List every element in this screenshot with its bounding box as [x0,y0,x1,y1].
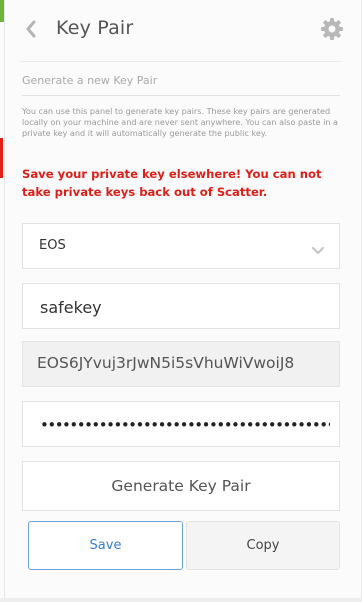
section-divider [22,95,340,96]
gear-icon[interactable] [320,17,344,41]
edge-decoration [0,138,3,178]
network-select[interactable]: EOS [22,223,340,269]
copy-button[interactable]: Copy [186,521,340,570]
edge-divider [4,0,5,602]
bottom-divider [0,598,362,602]
warning-text: Save your private key elsewhere! You can… [22,167,322,199]
public-key-value: EOS6JYvuj3rJwN5i5sVhuWiVwoiJ8 [37,354,295,372]
private-key-field[interactable] [22,401,340,448]
network-select-value: EOS [39,238,66,253]
section-title: Generate a new Key Pair [22,74,158,87]
chevron-down-icon [311,241,325,255]
generate-key-pair-button[interactable]: Generate Key Pair [22,461,340,511]
header-divider [20,61,342,62]
public-key-field[interactable]: EOS6JYvuj3rJwN5i5sVhuWiVwoiJ8 [22,341,340,387]
key-name-field[interactable] [22,283,340,330]
key-name-input[interactable] [38,284,332,330]
key-pair-panel: Key Pair Generate a new Key Pair You can… [0,0,362,602]
header: Key Pair [0,0,362,62]
page-title: Key Pair [56,17,134,39]
chevron-left-icon[interactable] [20,16,42,42]
section-description: You can use this panel to generate key p… [22,106,338,138]
private-key-input[interactable] [38,402,332,448]
save-button[interactable]: Save [28,521,183,570]
